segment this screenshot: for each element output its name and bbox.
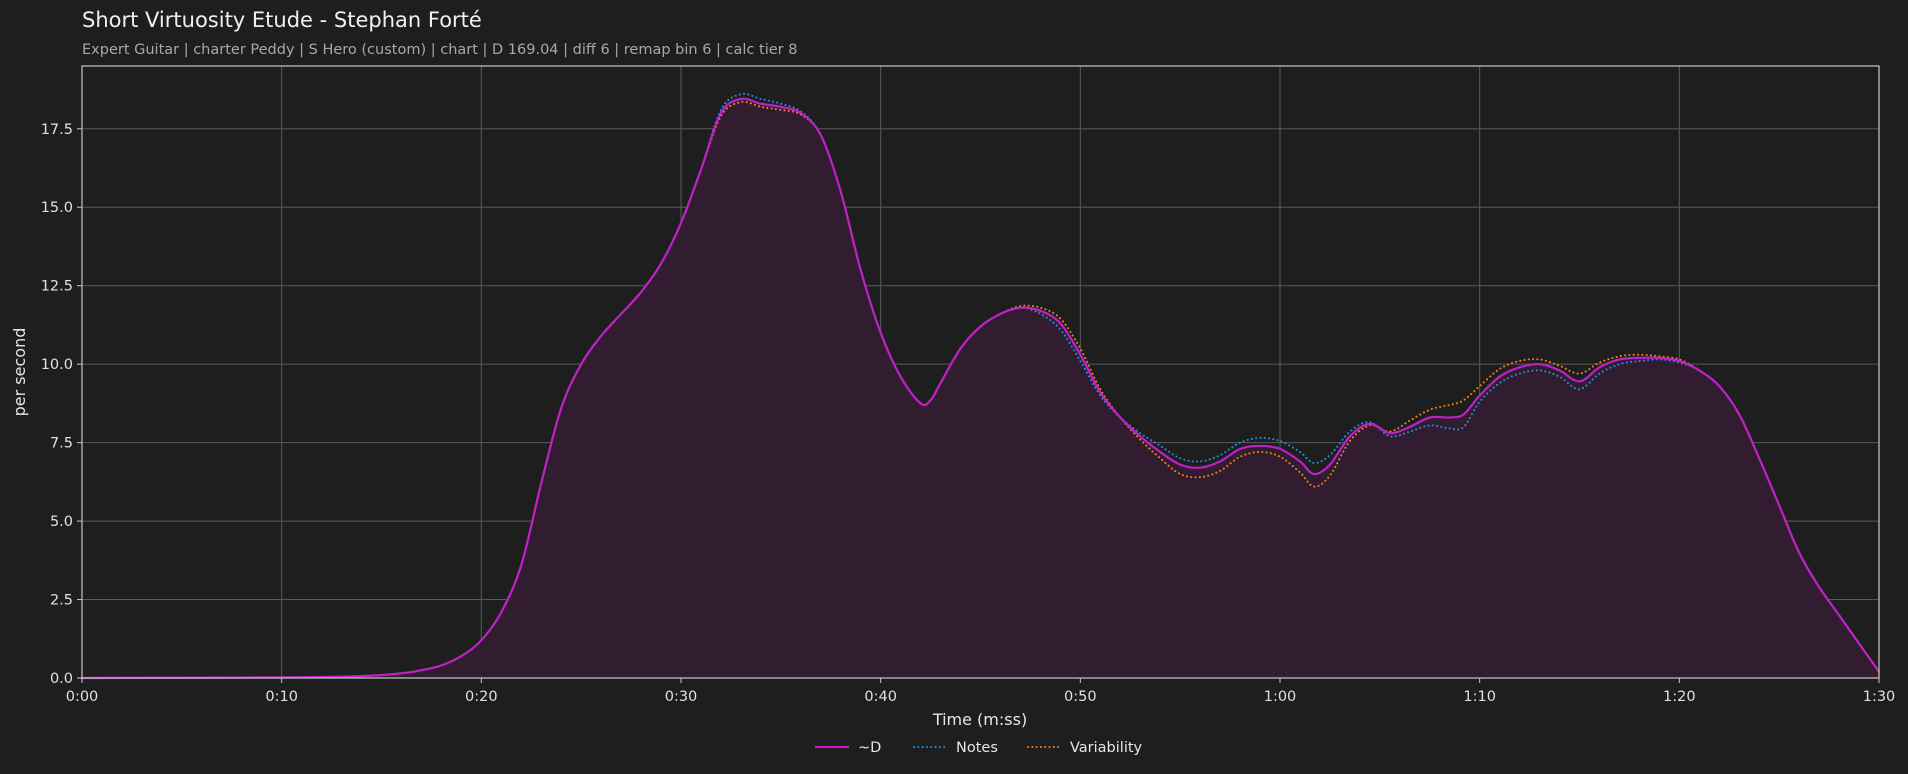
y-tick-label: 7.5 (50, 436, 73, 452)
x-tick-label: 1:00 (1264, 689, 1297, 705)
legend: ~D Notes Variability (814, 740, 1143, 756)
x-tick-label: 0:30 (665, 689, 698, 705)
y-tick-label: 17.5 (41, 122, 73, 138)
x-axis-label: Time (m:ss) (932, 710, 1027, 729)
chart-svg: 0:00 0:10 0:20 0:30 0:40 0:50 1:00 1:10 1:20 1:30… (10, 65, 1896, 756)
x-tick-label: 1:30 (1863, 689, 1896, 705)
legend-label: Notes (956, 740, 998, 756)
y-tick-label: 12.5 (41, 279, 73, 295)
y-tick-label: 15.0 (41, 200, 73, 216)
x-tick-label: 0:00 (66, 689, 99, 705)
legend-label: Variability (1070, 740, 1143, 756)
x-tick-label: 0:20 (465, 689, 498, 705)
x-tick-label: 0:50 (1064, 689, 1097, 705)
area-fill-series-0 (82, 98, 1879, 679)
x-tick-label: 1:10 (1463, 689, 1496, 705)
y-axis-label: per second (10, 328, 29, 417)
x-tick-label: 0:10 (265, 689, 298, 705)
x-tick-label: 0:40 (864, 689, 897, 705)
y-tick-label: 5.0 (50, 514, 73, 530)
x-axis-ticks: 0:00 0:10 0:20 0:30 0:40 0:50 1:00 1:10 1:20 1:30 (66, 678, 1896, 705)
y-tick-label: 10.0 (41, 357, 73, 373)
x-tick-label: 1:20 (1663, 689, 1696, 705)
legend-label: ~D (858, 740, 881, 756)
y-tick-label: 0.0 (50, 671, 73, 687)
y-tick-label: 2.5 (50, 593, 73, 609)
y-axis-ticks: 0.0 2.5 5.0 7.5 10.0 12.5 15.0 17.5 (41, 122, 82, 687)
area-fill (82, 98, 1879, 679)
